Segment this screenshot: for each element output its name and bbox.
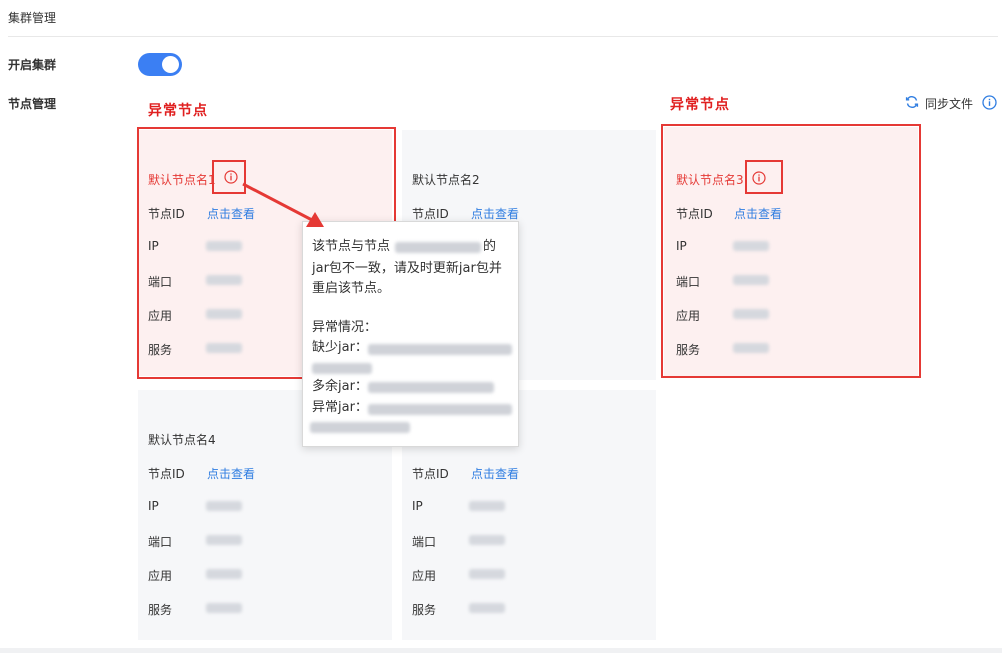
masked-value	[206, 241, 242, 251]
tooltip-abnormal-label: 异常jar：	[312, 400, 368, 415]
sync-files-button[interactable]: 同步文件	[905, 95, 973, 112]
masked-value	[206, 535, 242, 545]
field-ip-label: IP	[412, 499, 423, 513]
tooltip-line3: 重启该节点。	[312, 281, 391, 296]
field-port-label: 端口	[676, 275, 701, 289]
node-card-3	[664, 127, 918, 376]
divider	[8, 36, 998, 37]
masked-value	[469, 603, 505, 613]
info-icon[interactable]	[982, 95, 997, 110]
tooltip-extra-label: 多余jar：	[312, 379, 368, 394]
field-ip-label: IP	[148, 499, 159, 513]
field-ip-label: IP	[676, 239, 687, 253]
masked-value	[206, 603, 242, 613]
masked-value	[206, 569, 242, 579]
masked-value	[206, 275, 242, 285]
toggle-knob	[162, 56, 179, 73]
annotation-abnormal-1: 异常节点	[148, 103, 208, 119]
node-name-1: 默认节点名1	[148, 173, 216, 187]
masked-value	[206, 501, 242, 511]
bottom-bar	[0, 648, 1002, 653]
tooltip-line2: jar包不一致，请及时更新jar包并	[312, 261, 502, 276]
masked-value	[469, 535, 505, 545]
field-port-label: 端口	[412, 535, 437, 549]
tooltip-missing-label: 缺少jar：	[312, 340, 368, 355]
error-tooltip: 该节点与节点 的 jar包不一致，请及时更新jar包并 重启该节点。 异常情况：…	[302, 221, 519, 447]
section-title: 集群管理	[8, 11, 57, 25]
view-node-id-link[interactable]: 点击查看	[471, 205, 519, 222]
error-info-icon-1[interactable]	[224, 170, 238, 184]
view-node-id-link[interactable]: 点击查看	[207, 205, 255, 222]
field-port-label: 端口	[148, 275, 173, 289]
masked-value	[733, 309, 769, 319]
field-node-id-label: 节点ID	[148, 467, 185, 481]
masked-jar-list	[368, 344, 512, 355]
cluster-label: 开启集群	[8, 58, 57, 72]
field-service-label: 服务	[148, 603, 173, 617]
field-node-id-label: 节点ID	[412, 207, 449, 221]
field-app-label: 应用	[148, 309, 173, 323]
masked-value	[733, 241, 769, 251]
tooltip-line1-post: 的	[483, 239, 497, 254]
masked-value	[469, 501, 505, 511]
masked-value	[206, 309, 242, 319]
field-service-label: 服务	[148, 343, 173, 357]
node-name-2: 默认节点名2	[412, 173, 480, 187]
field-app-label: 应用	[676, 309, 701, 323]
masked-value	[206, 343, 242, 353]
tooltip-heading: 异常情况：	[312, 320, 378, 335]
view-node-id-link[interactable]: 点击查看	[207, 465, 255, 482]
error-info-icon-3[interactable]	[752, 171, 766, 185]
sync-files-label: 同步文件	[925, 97, 974, 111]
field-service-label: 服务	[412, 603, 437, 617]
refresh-icon	[905, 95, 919, 112]
tooltip-line1-pre: 该节点与节点	[312, 239, 391, 254]
masked-jar-list	[368, 404, 512, 415]
masked-node-name	[395, 242, 481, 253]
field-app-label: 应用	[412, 569, 437, 583]
field-port-label: 端口	[148, 535, 173, 549]
field-service-label: 服务	[676, 343, 701, 357]
masked-jar-list	[312, 363, 372, 374]
view-node-id-link[interactable]: 点击查看	[471, 465, 519, 482]
cluster-toggle[interactable]	[138, 53, 182, 76]
nodes-label: 节点管理	[8, 97, 57, 111]
field-node-id-label: 节点ID	[676, 207, 713, 221]
node-name-4: 默认节点名4	[148, 433, 216, 447]
masked-jar-list	[368, 382, 494, 393]
field-node-id-label: 节点ID	[412, 467, 449, 481]
node-name-3: 默认节点名3	[676, 173, 744, 187]
masked-value	[733, 343, 769, 353]
field-node-id-label: 节点ID	[148, 207, 185, 221]
masked-value	[733, 275, 769, 285]
masked-value	[469, 569, 505, 579]
masked-jar-list	[310, 422, 410, 433]
field-app-label: 应用	[148, 569, 173, 583]
field-ip-label: IP	[148, 239, 159, 253]
annotation-abnormal-3: 异常节点	[670, 97, 730, 113]
view-node-id-link[interactable]: 点击查看	[734, 205, 782, 222]
